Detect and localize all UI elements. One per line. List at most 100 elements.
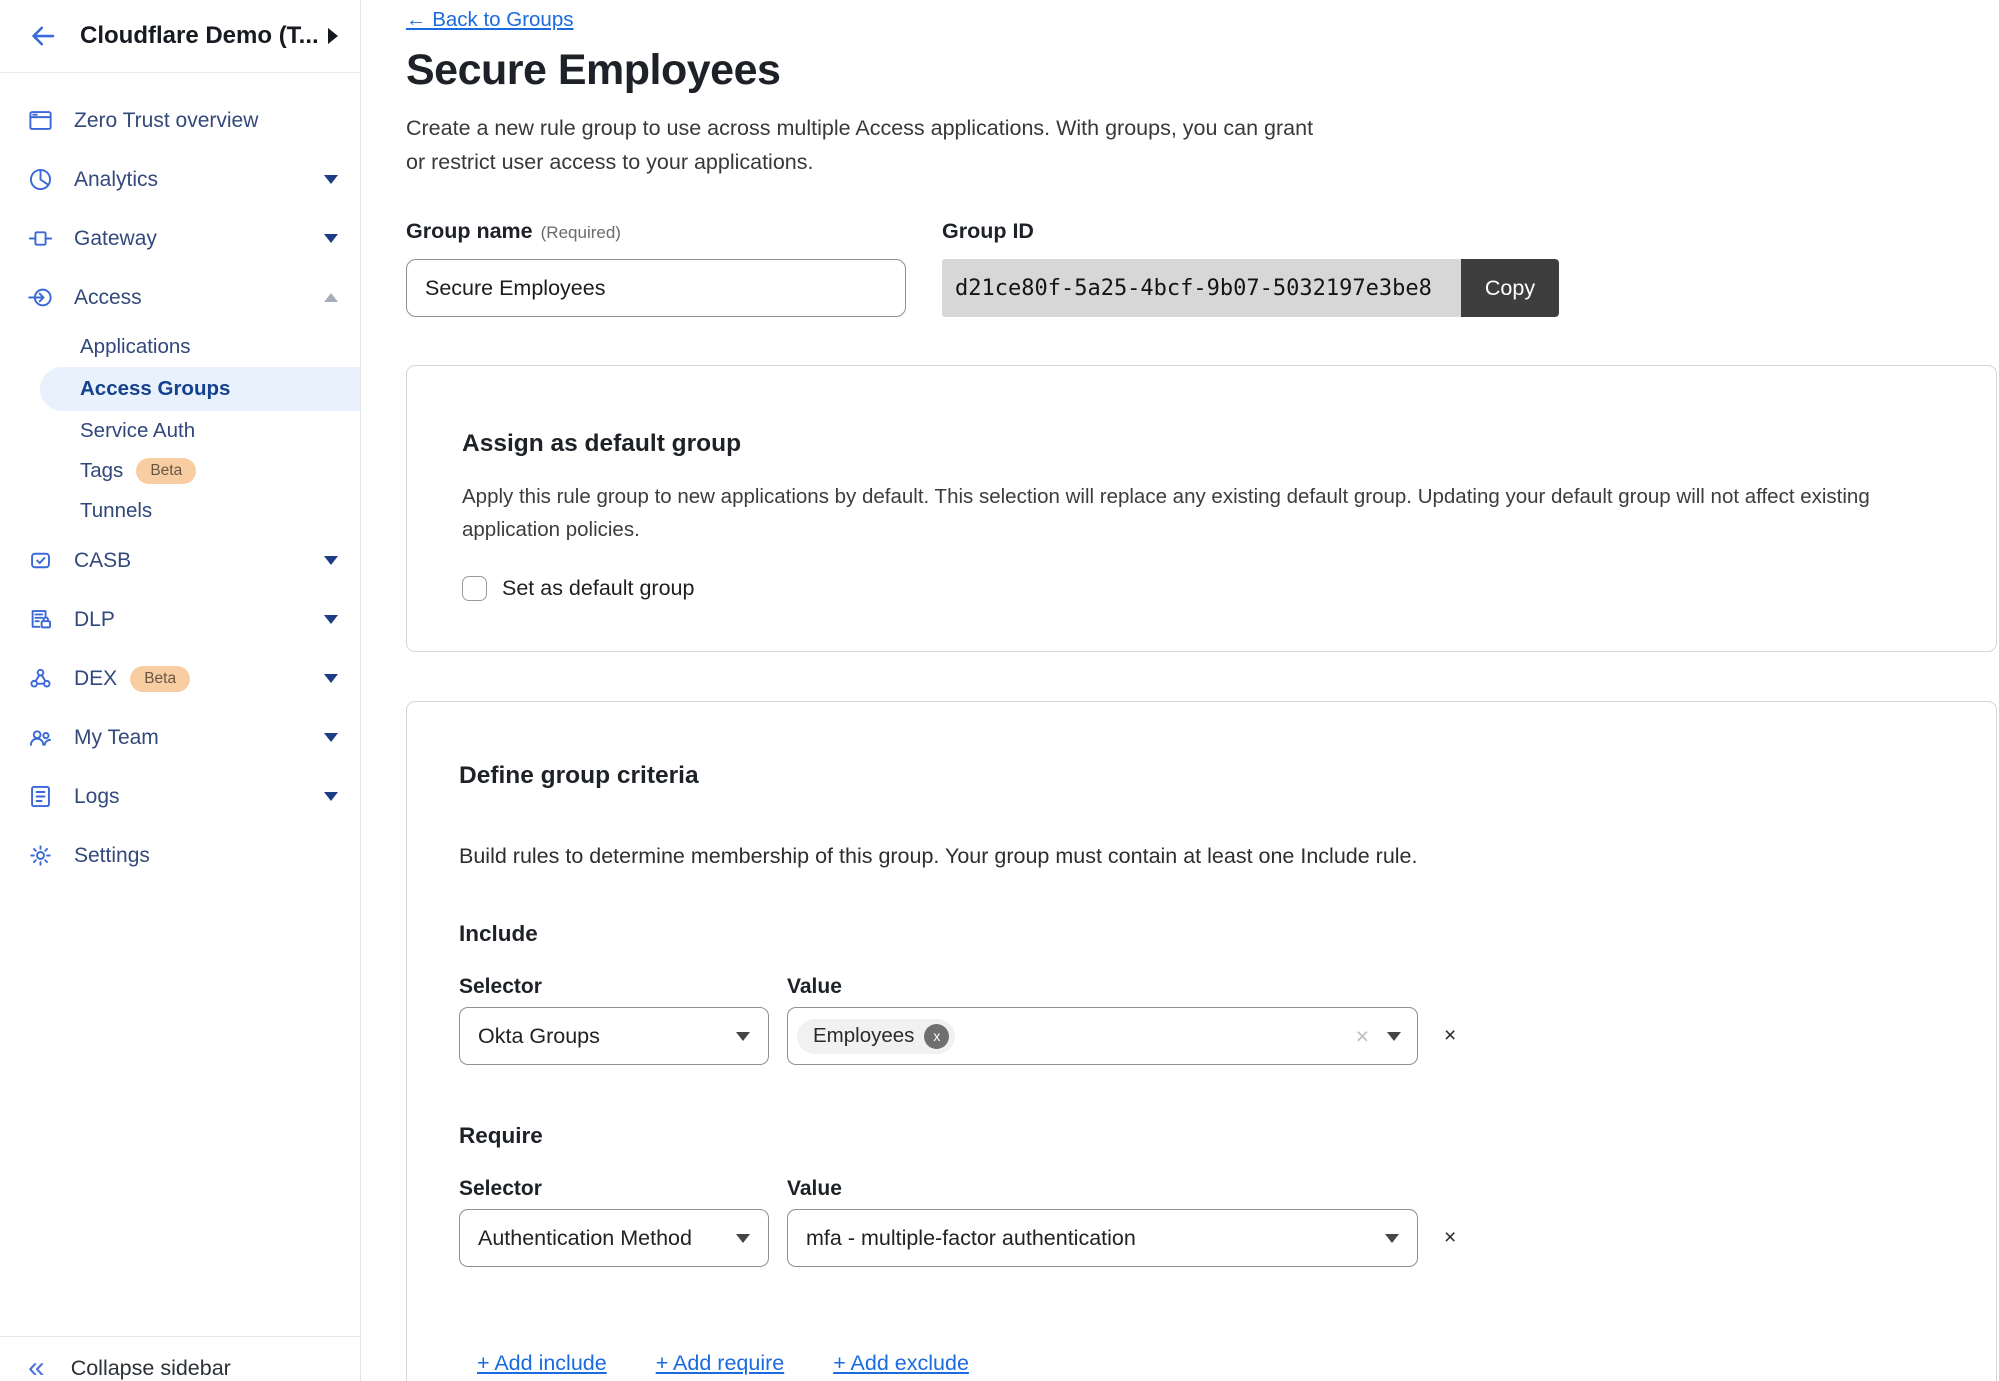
sidebar-item-label: DEX [74, 667, 117, 691]
sidebar-item-label: Logs [74, 785, 120, 809]
access-icon [27, 284, 54, 311]
chevron-down-icon[interactable] [324, 234, 338, 243]
clear-values-icon[interactable]: × [1356, 1023, 1369, 1050]
sidebar-item-access-groups[interactable]: Access Groups [40, 367, 360, 411]
sidebar-item-label: Service Auth [80, 419, 195, 443]
chevron-down-icon[interactable] [324, 792, 338, 801]
sidebar-item-label: Settings [74, 844, 150, 868]
logs-icon [27, 783, 54, 810]
group-id-label: Group ID [942, 219, 1559, 244]
beta-badge: Beta [136, 458, 196, 484]
value-label: Value [787, 1177, 842, 1201]
team-icon [27, 724, 54, 751]
sidebar-item-label: CASB [74, 549, 131, 573]
selector-label: Selector [459, 1177, 787, 1201]
sidebar-item-label: Tags [80, 459, 123, 483]
dex-icon [27, 665, 54, 692]
add-include-link[interactable]: + Add include [477, 1351, 607, 1376]
chevron-down-icon[interactable] [324, 615, 338, 624]
add-exclude-link[interactable]: + Add exclude [833, 1351, 969, 1376]
sidebar-item-applications[interactable]: Applications [0, 327, 360, 367]
account-switcher[interactable]: Cloudflare Demo (T... [0, 0, 360, 73]
selector-label: Selector [459, 975, 787, 999]
chevron-down-icon[interactable] [324, 175, 338, 184]
sidebar-item-zero-trust-overview[interactable]: Zero Trust overview [0, 91, 360, 150]
sidebar-item-label: Analytics [74, 168, 158, 192]
chevron-down-icon [1387, 1032, 1401, 1041]
group-name-id-row: Group name(Required) Group ID d21ce80f-5… [406, 219, 1999, 317]
group-id-group: d21ce80f-5a25-4bcf-9b07-5032197e3be8 Cop… [942, 259, 1559, 317]
chevron-down-icon [736, 1234, 750, 1243]
require-heading: Require [459, 1123, 1936, 1149]
require-rule-row: Authentication Method mfa - multiple-fac… [459, 1209, 1936, 1267]
sidebar-item-logs[interactable]: Logs [0, 767, 360, 826]
add-rule-links: + Add include + Add require + Add exclud… [477, 1351, 1936, 1376]
chevron-down-icon[interactable] [324, 733, 338, 742]
include-column-labels: Selector Value [459, 975, 1936, 999]
value-label: Value [787, 975, 842, 999]
sidebar-item-label: Tunnels [80, 499, 152, 523]
account-title: Cloudflare Demo (T... [80, 22, 319, 50]
include-value-multiselect[interactable]: Employees x × [787, 1007, 1418, 1065]
sidebar-item-gateway[interactable]: Gateway [0, 209, 360, 268]
sidebar-item-label: Applications [80, 335, 191, 359]
group-id-column: Group ID d21ce80f-5a25-4bcf-9b07-5032197… [942, 219, 1559, 317]
sidebar-item-label: DLP [74, 608, 115, 632]
group-id-value: d21ce80f-5a25-4bcf-9b07-5032197e3be8 [942, 259, 1461, 317]
main-content: ← Back to Groups Secure Employees Create… [361, 0, 1999, 1381]
beta-badge: Beta [130, 666, 190, 692]
criteria-card: Define group criteria Build rules to det… [406, 701, 1997, 1381]
group-name-input[interactable] [406, 259, 906, 317]
casb-icon [27, 547, 54, 574]
window-icon [27, 107, 54, 134]
set-default-group-row: Set as default group [462, 576, 1936, 601]
sidebar-item-analytics[interactable]: Analytics [0, 150, 360, 209]
set-default-group-label: Set as default group [502, 576, 694, 601]
default-group-card-title: Assign as default group [462, 430, 1936, 458]
sidebar-item-access[interactable]: Access [0, 268, 360, 327]
chevron-down-icon[interactable] [324, 674, 338, 683]
sidebar-item-settings[interactable]: Settings [0, 826, 360, 885]
sidebar-item-tags[interactable]: Tags Beta [0, 451, 360, 491]
chevron-up-icon[interactable] [324, 293, 338, 302]
sidebar-item-casb[interactable]: CASB [0, 531, 360, 590]
collapse-sidebar-button[interactable]: « Collapse sidebar [0, 1336, 360, 1381]
sidebar-item-label: My Team [74, 726, 159, 750]
sidebar-nav: Zero Trust overview Analytics Gateway Acces… [0, 73, 360, 885]
sidebar-item-dlp[interactable]: DLP [0, 590, 360, 649]
group-name-column: Group name(Required) [406, 219, 906, 317]
chevron-right-icon [328, 28, 338, 44]
group-name-label: Group name(Required) [406, 219, 906, 244]
back-to-groups-link[interactable]: ← Back to Groups [406, 8, 573, 32]
sidebar-item-tunnels[interactable]: Tunnels [0, 491, 360, 531]
page-description: Create a new rule group to use across mu… [406, 111, 1999, 179]
require-selector-dropdown[interactable]: Authentication Method [459, 1209, 769, 1267]
default-group-card-description: Apply this rule group to new application… [462, 480, 1936, 546]
dlp-icon [27, 606, 54, 633]
remove-include-rule-icon[interactable]: × [1444, 1024, 1456, 1048]
sidebar-item-my-team[interactable]: My Team [0, 708, 360, 767]
include-rule-row: Okta Groups Employees x × × [459, 1007, 1936, 1065]
criteria-card-title: Define group criteria [459, 762, 1936, 790]
add-require-link[interactable]: + Add require [656, 1351, 785, 1376]
require-column-labels: Selector Value [459, 1177, 1936, 1201]
sidebar-item-dex[interactable]: DEX Beta [0, 649, 360, 708]
include-heading: Include [459, 921, 1936, 947]
chevron-down-icon[interactable] [324, 556, 338, 565]
chip-remove-icon[interactable]: x [924, 1024, 949, 1049]
remove-require-rule-icon[interactable]: × [1444, 1226, 1456, 1250]
include-selector-dropdown[interactable]: Okta Groups [459, 1007, 769, 1065]
default-group-card: Assign as default group Apply this rule … [406, 365, 1997, 652]
sidebar-item-service-auth[interactable]: Service Auth [0, 411, 360, 451]
criteria-card-description: Build rules to determine membership of t… [459, 844, 1936, 869]
page-title: Secure Employees [406, 46, 1999, 95]
set-default-group-checkbox[interactable] [462, 576, 487, 601]
sidebar-item-label: Access [74, 286, 142, 310]
require-value-dropdown[interactable]: mfa - multiple-factor authentication [787, 1209, 1418, 1267]
value-chip: Employees x [797, 1019, 955, 1054]
pie-chart-icon [27, 166, 54, 193]
copy-button[interactable]: Copy [1461, 259, 1559, 317]
chevron-down-icon [1385, 1234, 1399, 1243]
back-arrow-icon[interactable] [28, 21, 58, 51]
zero-trust-dashboard: Cloudflare Demo (T... Zero Trust overvie… [0, 0, 1999, 1381]
